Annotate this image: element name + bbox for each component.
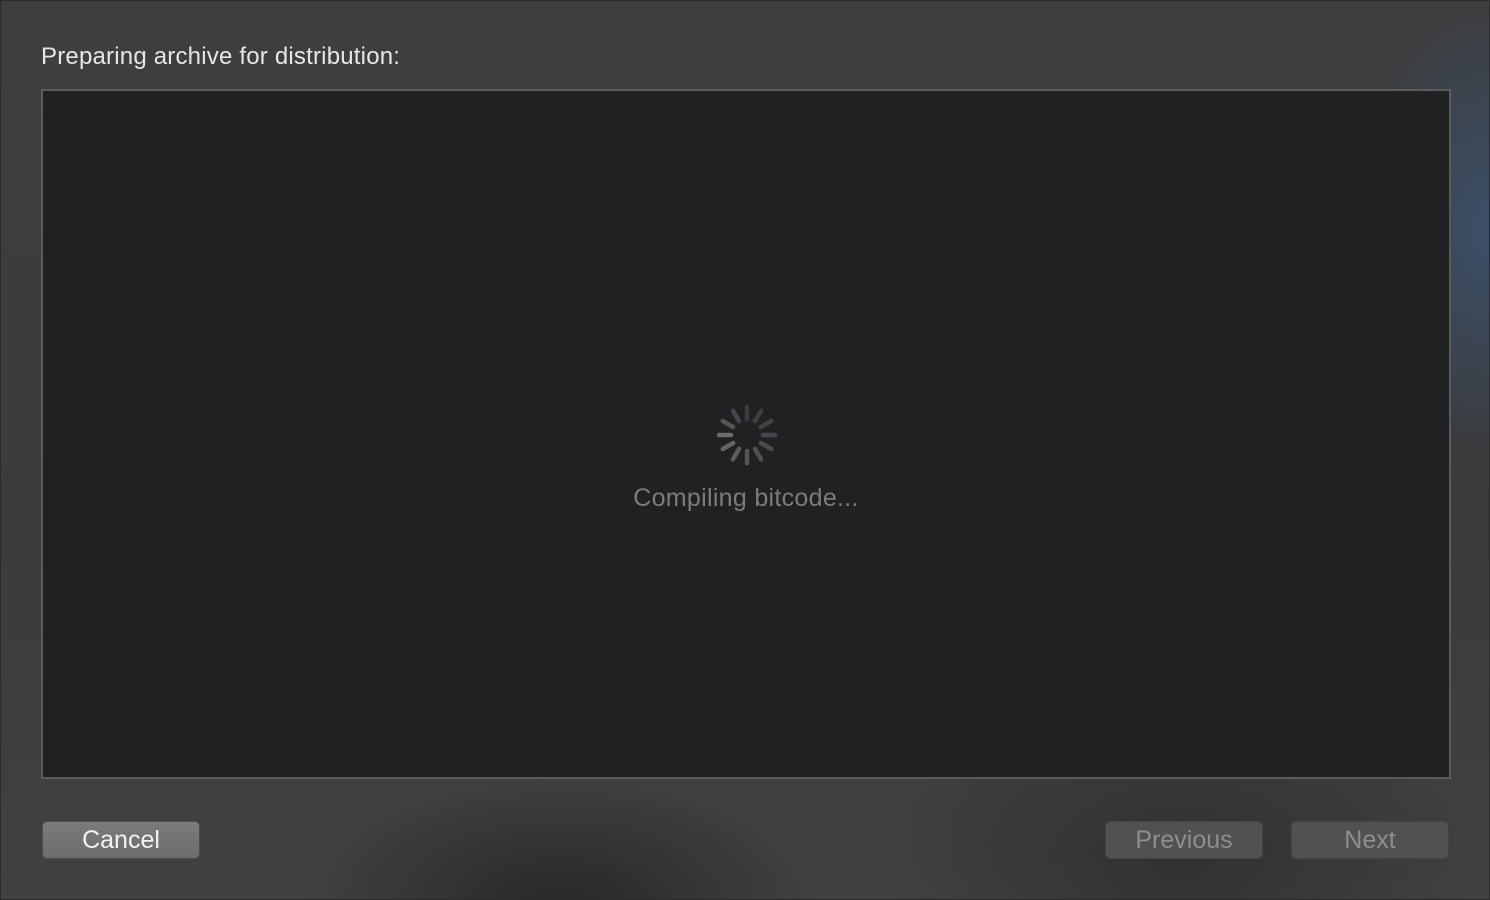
status-message: Compiling bitcode...: [633, 484, 859, 512]
next-button[interactable]: Next: [1291, 821, 1449, 859]
distribution-sheet: Preparing archive for distribution: Comp…: [0, 0, 1490, 900]
progress-panel: Compiling bitcode...: [41, 89, 1451, 779]
previous-button[interactable]: Previous: [1105, 821, 1263, 859]
cancel-button[interactable]: Cancel: [42, 821, 200, 859]
activity-spinner-icon: [716, 404, 778, 466]
sheet-title: Preparing archive for distribution:: [41, 43, 401, 70]
